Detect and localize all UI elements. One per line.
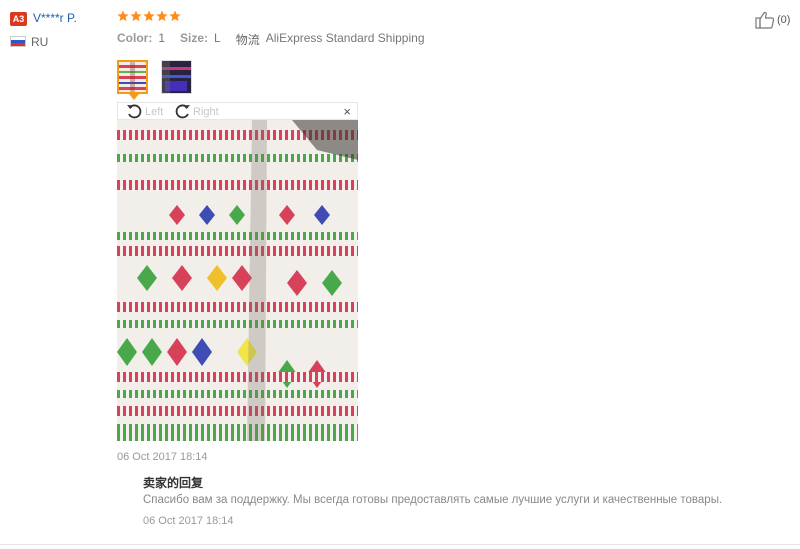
star-icon [117,10,129,22]
rating-stars [117,10,181,22]
rotate-right-label: Right [193,105,219,118]
close-viewer-button[interactable]: × [343,103,351,120]
reviewer-name[interactable]: V****r P. [33,11,77,25]
user-level-badge: A3 [10,12,27,26]
thumbs-up-icon [755,11,775,29]
rotate-right-button[interactable]: Right [174,103,219,120]
helpful-button[interactable]: (0) [755,11,790,29]
order-details: Color: 1 Size: L 物流 AliExpress Standard … [117,31,440,48]
flag-stripe-red [11,42,25,46]
logistics-value: AliExpress Standard Shipping [265,31,425,45]
size-label: Size: [180,31,209,45]
star-icon [130,10,142,22]
rotate-left-label: Left [145,105,164,118]
rotate-left-icon [127,104,142,119]
color-value: 1 [158,31,166,45]
review-photo-large [117,120,358,441]
review-photo-thumbnail-2[interactable] [161,60,192,94]
seller-reply-date: 06 Oct 2017 18:14 [143,515,234,527]
star-icon [143,10,155,22]
reviewer-country: RU [31,35,49,49]
review-date: 06 Oct 2017 18:14 [117,451,208,463]
selected-thumbnail-caret [129,94,139,100]
thumbnail-image [119,62,146,92]
star-icon [156,10,168,22]
review-divider [0,544,800,545]
thumbnail-image [162,61,191,93]
seller-reply-text: Спасибо вам за поддержку. Мы всегда гото… [143,494,723,506]
rotate-left-button[interactable]: Left [126,103,163,120]
size-value: L [214,31,221,45]
helpful-count: (0) [777,14,791,26]
image-viewer-toolbar: Left Right × [117,102,358,120]
seller-reply-title: 卖家的回复 [143,476,204,490]
star-icon [169,10,181,22]
rotate-right-icon [175,104,190,119]
country-flag-icon [10,36,26,47]
review-photo-thumbnail-1[interactable] [117,60,148,94]
color-label: Color: [117,31,153,45]
logistics-label: 物流 [235,33,260,47]
